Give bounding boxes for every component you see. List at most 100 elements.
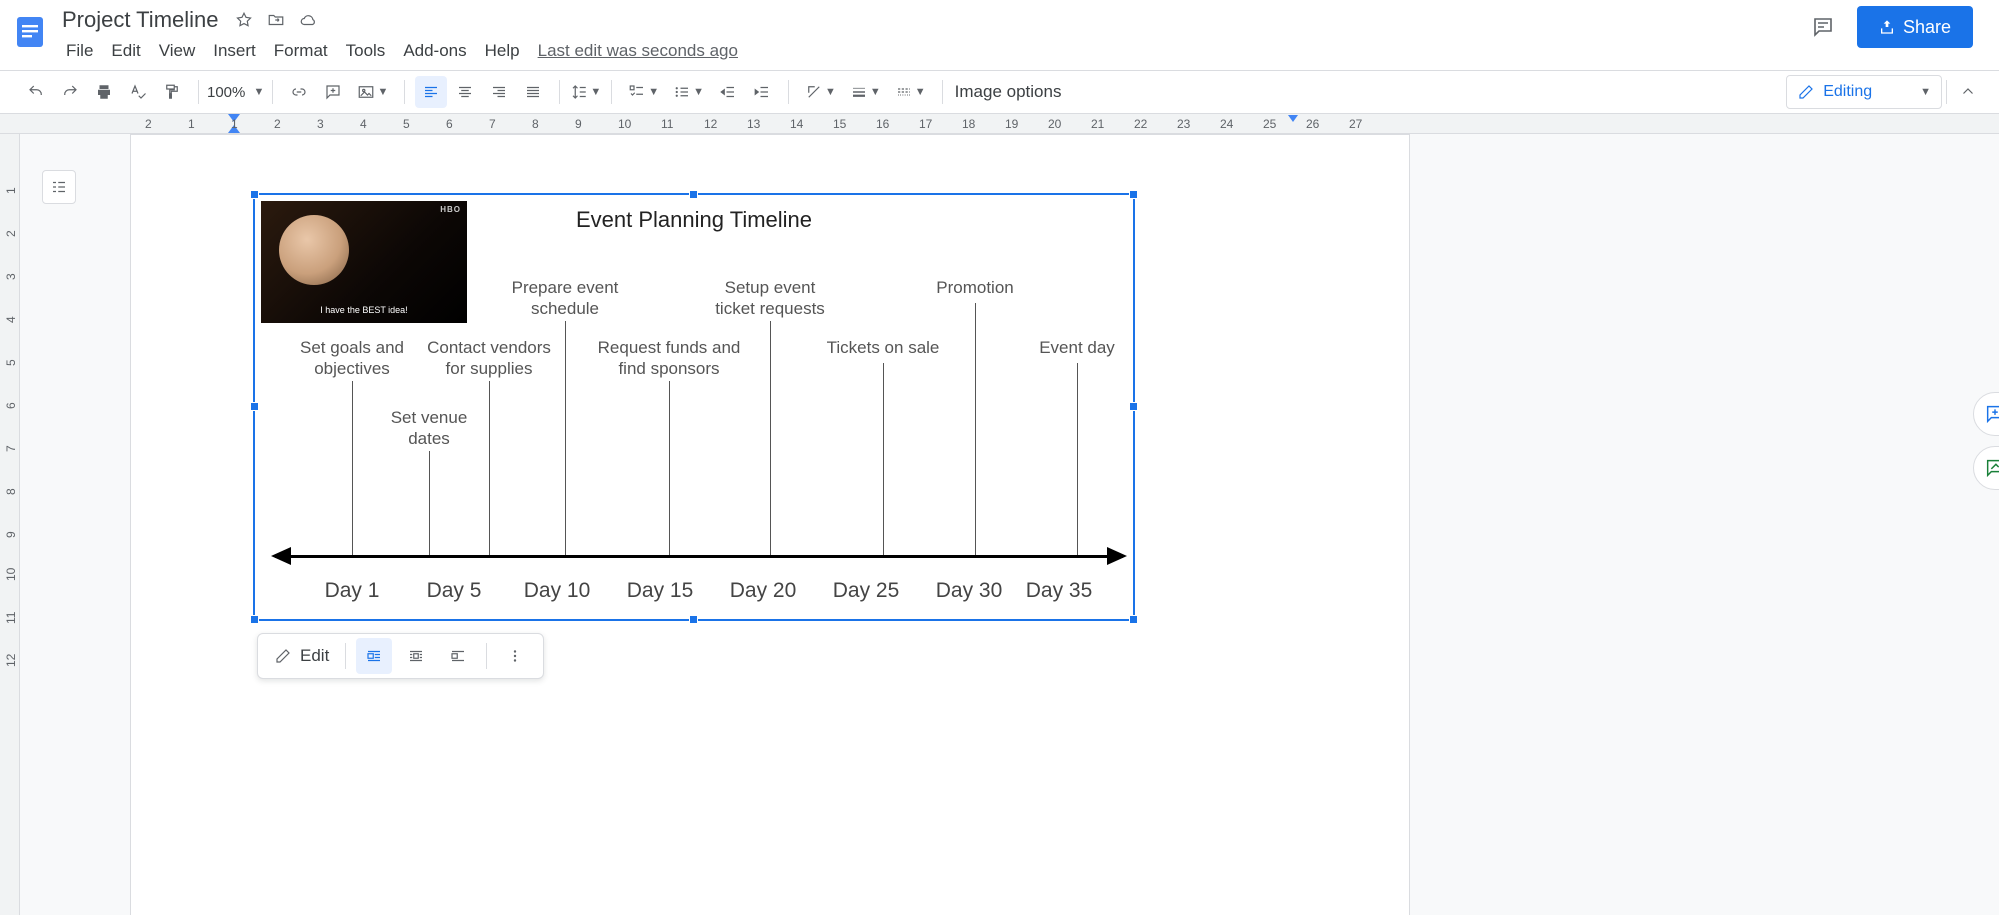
- milestone-connector: [565, 321, 566, 555]
- wrap-text-button[interactable]: [398, 638, 434, 674]
- ruler-tick: 21: [1091, 117, 1104, 131]
- print-button[interactable]: [88, 76, 120, 108]
- collapse-toolbar-button[interactable]: [1951, 75, 1985, 109]
- menu-help[interactable]: Help: [477, 37, 528, 65]
- caret-icon: ▼: [825, 86, 836, 98]
- ruler-tick: 2: [274, 117, 281, 131]
- align-justify-button[interactable]: [517, 76, 549, 108]
- caret-icon: ▼: [1920, 86, 1931, 98]
- milestone-label: Tickets on sale: [827, 337, 940, 358]
- milestone-label: Set venue dates: [391, 407, 468, 450]
- milestone-connector: [1077, 363, 1078, 555]
- paint-format-button[interactable]: [156, 76, 188, 108]
- milestone-connector: [883, 363, 884, 555]
- increase-indent-button[interactable]: [746, 76, 778, 108]
- zoom-value: 100%: [207, 84, 245, 101]
- docs-logo[interactable]: [8, 10, 52, 54]
- wrap-break-button[interactable]: [440, 638, 476, 674]
- menu-addons[interactable]: Add-ons: [395, 37, 474, 65]
- ruler-tick: 12: [704, 117, 717, 131]
- ruler-tick: 2: [145, 117, 152, 131]
- vertical-ruler[interactable]: 123456789101112: [0, 134, 20, 915]
- last-edit-link[interactable]: Last edit was seconds ago: [538, 41, 738, 61]
- move-icon[interactable]: [265, 9, 287, 31]
- suggest-edits-side-button[interactable]: [1973, 446, 1999, 490]
- ruler-tick: 27: [1349, 117, 1362, 131]
- caret-icon: ▼: [254, 86, 265, 98]
- ruler-tick: 16: [876, 117, 889, 131]
- ruler-tick: 11: [661, 117, 673, 131]
- milestone-label: Set goals and objectives: [300, 337, 404, 380]
- add-comment-side-button[interactable]: [1973, 392, 1999, 436]
- align-right-button[interactable]: [483, 76, 515, 108]
- decrease-indent-button[interactable]: [712, 76, 744, 108]
- ruler-tick: 4: [4, 316, 18, 323]
- ruler-tick: 5: [4, 359, 18, 366]
- cloud-status-icon[interactable]: [297, 9, 319, 31]
- add-comment-button[interactable]: [317, 76, 349, 108]
- ruler-tick: 6: [4, 402, 18, 409]
- undo-button[interactable]: [20, 76, 52, 108]
- star-icon[interactable]: [233, 9, 255, 31]
- selected-image[interactable]: Event Planning Timeline I have the BEST …: [253, 193, 1135, 621]
- ruler-tick: 3: [4, 273, 18, 280]
- milestone-label: Request funds and find sponsors: [598, 337, 741, 380]
- border-weight-button[interactable]: ▼: [844, 76, 887, 108]
- menu-edit[interactable]: Edit: [103, 37, 148, 65]
- caret-icon: ▼: [377, 86, 388, 98]
- milestone-label: Setup event ticket requests: [715, 277, 825, 320]
- ruler-tick: 10: [618, 117, 631, 131]
- bulleted-list-button[interactable]: ▼: [667, 76, 710, 108]
- document-canvas[interactable]: Event Planning Timeline I have the BEST …: [20, 134, 1999, 915]
- mode-switcher[interactable]: Editing ▼: [1786, 75, 1942, 109]
- share-button[interactable]: Share: [1857, 6, 1973, 48]
- align-center-button[interactable]: [449, 76, 481, 108]
- ruler-tick: 1: [188, 117, 195, 131]
- ruler-tick: 4: [360, 117, 367, 131]
- spellcheck-button[interactable]: [122, 76, 154, 108]
- border-dash-button[interactable]: ▼: [889, 76, 932, 108]
- caret-icon: ▼: [590, 86, 601, 98]
- horizontal-ruler[interactable]: 2112345678910111213141516171819202122232…: [0, 114, 1999, 134]
- ruler-tick: 8: [532, 117, 539, 131]
- wrap-inline-button[interactable]: [356, 638, 392, 674]
- caret-icon: ▼: [870, 86, 881, 98]
- right-margin-marker[interactable]: [1288, 115, 1298, 122]
- day-label: Day 5: [427, 579, 482, 603]
- ruler-tick: 1: [231, 117, 238, 131]
- menu-format[interactable]: Format: [266, 37, 336, 65]
- crop-rotate-button[interactable]: ▼: [799, 76, 842, 108]
- open-comments-button[interactable]: [1803, 7, 1843, 47]
- caret-icon: ▼: [648, 86, 659, 98]
- ruler-tick: 9: [4, 531, 18, 538]
- image-more-button[interactable]: [497, 638, 533, 674]
- insert-link-button[interactable]: [283, 76, 315, 108]
- ruler-tick: 8: [4, 488, 18, 495]
- insert-image-button[interactable]: ▼: [351, 76, 394, 108]
- menu-bar: File Edit View Insert Format Tools Add-o…: [58, 36, 738, 66]
- day-label: Day 20: [730, 579, 797, 603]
- arrow-right-icon: [1107, 547, 1127, 565]
- line-spacing-button[interactable]: ▼: [564, 76, 607, 108]
- ruler-tick: 24: [1220, 117, 1233, 131]
- doc-title[interactable]: Project Timeline: [58, 7, 223, 33]
- ruler-tick: 13: [747, 117, 760, 131]
- menu-view[interactable]: View: [151, 37, 204, 65]
- checklist-button[interactable]: ▼: [622, 76, 665, 108]
- menu-insert[interactable]: Insert: [205, 37, 264, 65]
- image-options-button[interactable]: Image options: [947, 82, 1070, 102]
- menu-file[interactable]: File: [58, 37, 101, 65]
- milestone-label: Event day: [1039, 337, 1115, 358]
- ruler-tick: 17: [919, 117, 932, 131]
- redo-button[interactable]: [54, 76, 86, 108]
- arrow-left-icon: [271, 547, 291, 565]
- menu-tools[interactable]: Tools: [338, 37, 394, 65]
- zoom-select[interactable]: 100% ▼: [203, 84, 268, 101]
- show-outline-button[interactable]: [42, 170, 76, 204]
- milestone-connector: [489, 381, 490, 555]
- edit-drawing-button[interactable]: Edit: [268, 646, 335, 666]
- align-left-button[interactable]: [415, 76, 447, 108]
- day-label: Day 15: [627, 579, 694, 603]
- embedded-gif: I have the BEST idea!: [261, 201, 467, 323]
- ruler-tick: 20: [1048, 117, 1061, 131]
